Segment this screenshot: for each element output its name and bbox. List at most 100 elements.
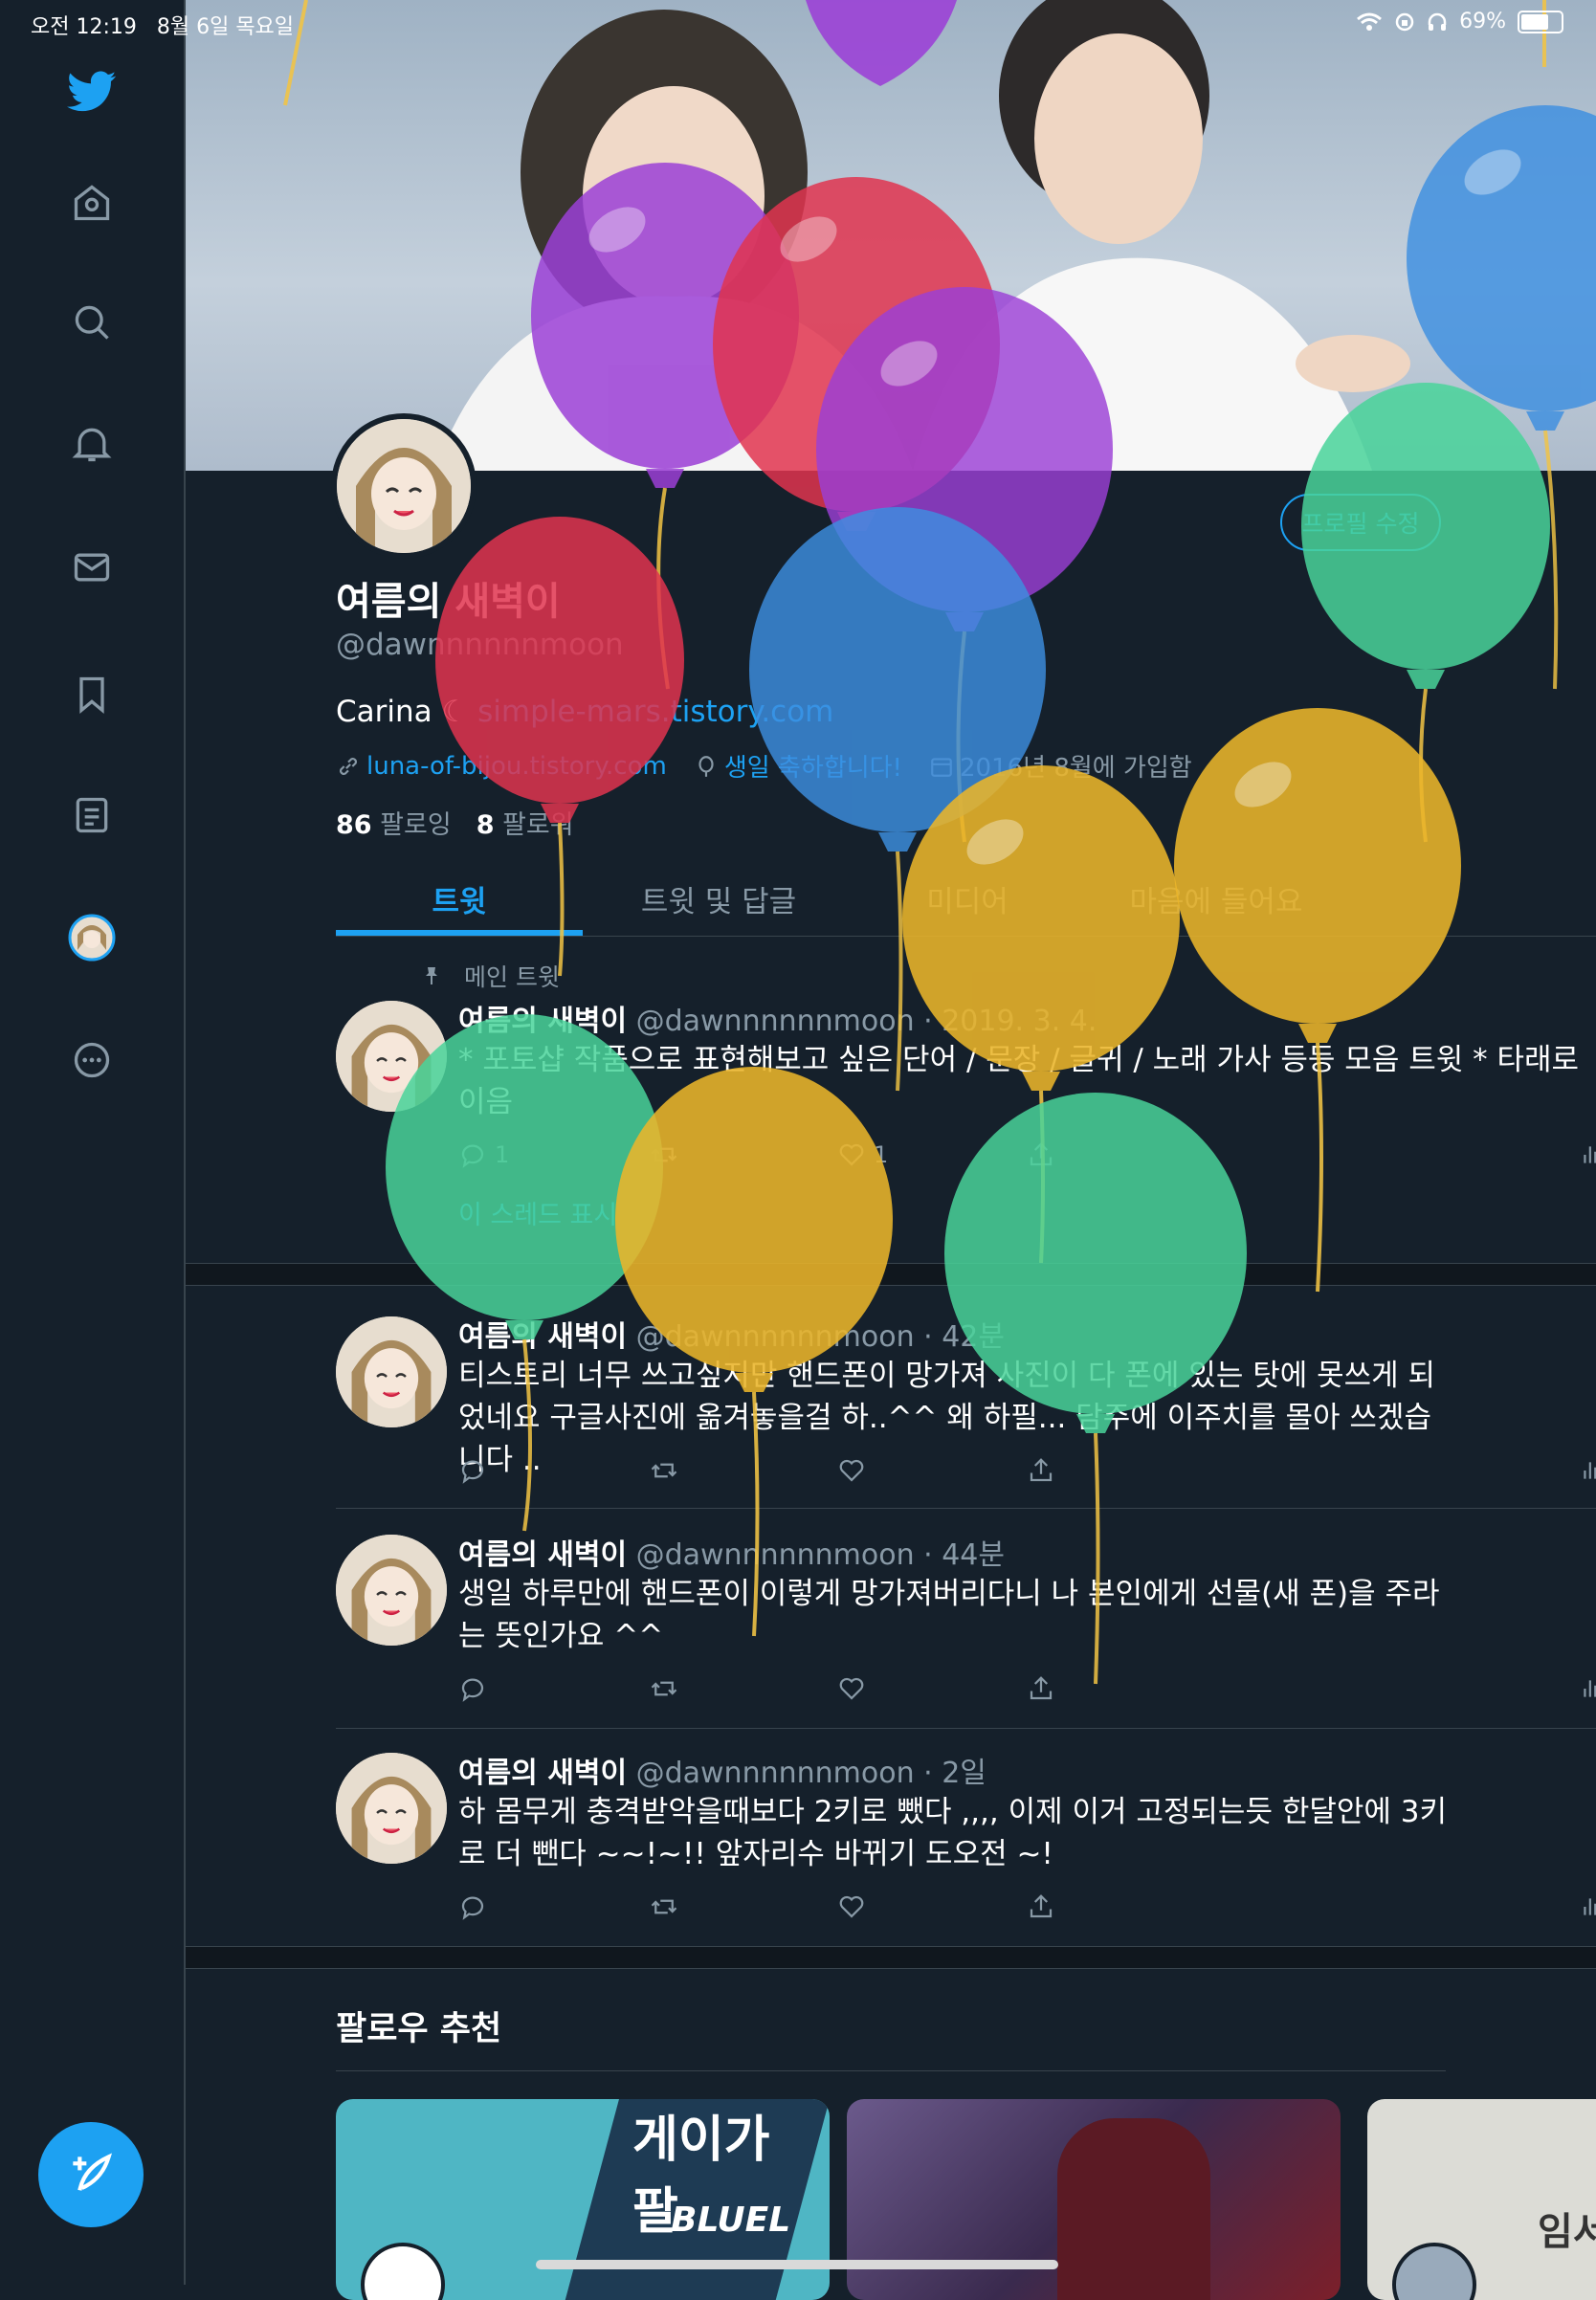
home-icon[interactable] <box>61 172 122 233</box>
heart-icon <box>839 1677 864 1700</box>
analytics-button[interactable] <box>1580 1456 1596 1485</box>
twitter-logo-icon[interactable] <box>61 61 122 122</box>
like-button[interactable]: 1 <box>837 1140 888 1169</box>
messages-mail-icon[interactable] <box>61 537 122 598</box>
tweet-divider <box>336 1728 1596 1729</box>
like-button[interactable] <box>837 1456 866 1485</box>
tab-tweets[interactable]: 트윗 <box>336 861 583 936</box>
retweet-button[interactable] <box>648 1456 680 1485</box>
like-button[interactable] <box>837 1674 866 1703</box>
website-item[interactable]: luna-of-bijou.tistory.com <box>336 752 667 781</box>
card-avatar[interactable] <box>1392 2243 1476 2300</box>
reply-button[interactable]: 1 <box>458 1140 509 1169</box>
profile-banner-image <box>186 0 1596 471</box>
reply-button[interactable] <box>458 1674 487 1703</box>
retweet-button[interactable] <box>648 1140 680 1169</box>
section-separator <box>186 1946 1596 1969</box>
show-thread-link[interactable]: 이 스레드 표시 <box>458 1194 617 1231</box>
more-options-icon[interactable] <box>61 1029 122 1091</box>
status-bar: 오전 12:19 8월 6일 목요일 69% <box>0 0 1596 44</box>
share-button[interactable] <box>1027 1892 1055 1921</box>
retweet-button[interactable] <box>648 1674 680 1703</box>
tweet-avatar[interactable] <box>336 1001 447 1112</box>
pinned-tweet[interactable]: 여름의 새벽이 @dawnnnnnnmoon · 2019. 3. 4. * 포… <box>336 997 1596 1207</box>
retweet-icon <box>651 1899 677 1914</box>
tab-likes[interactable]: 마음에 들어요 <box>1101 861 1331 936</box>
tweet-avatar[interactable] <box>336 1316 447 1427</box>
tab-media[interactable]: 미디어 <box>872 861 1063 936</box>
share-icon <box>1030 1676 1053 1700</box>
bookmarks-icon[interactable] <box>61 664 122 725</box>
sidebar <box>0 0 186 2285</box>
bio-link[interactable]: simple-mars.tistory.com <box>477 695 833 729</box>
followers-count: 8 <box>476 810 495 840</box>
tweet-actions: 1 1 <box>458 1140 1596 1179</box>
pinned-label: 메인 트윗 <box>420 959 560 993</box>
profile-avatar-icon[interactable] <box>61 907 122 968</box>
notifications-bell-icon[interactable] <box>61 413 122 475</box>
tweet-handle-time: @dawnnnnnnmoon · 2일 <box>635 1757 986 1790</box>
compose-feather-icon <box>73 2153 113 2191</box>
reply-button[interactable] <box>458 1892 487 1921</box>
heart-icon <box>839 1459 864 1482</box>
tweet-author: 여름의 새벽이 <box>458 1005 628 1038</box>
lists-icon[interactable] <box>61 785 122 846</box>
profile-handle: @dawnnnnnnmoon <box>336 628 624 662</box>
wifi-icon <box>1357 12 1383 31</box>
like-button[interactable] <box>837 1892 866 1921</box>
profile-bio: Carina ☾ simple-mars.tistory.com <box>336 695 833 729</box>
active-tab-indicator <box>336 930 583 936</box>
status-date: 8월 6일 목요일 <box>156 15 295 39</box>
tweet-text: 생일 하루만에 핸드폰이 이렇게 망가져버리다니 나 본인에게 선물(새 폰)을… <box>458 1577 1440 1653</box>
joined-item: 2016년 8월에 가입함 <box>929 748 1192 784</box>
analytics-button[interactable] <box>1580 1892 1596 1921</box>
edit-profile-button[interactable]: 프로필 수정 <box>1280 494 1441 551</box>
tweet-actions <box>458 1674 1596 1713</box>
compose-tweet-button[interactable] <box>38 2122 144 2227</box>
reply-icon <box>461 1460 484 1484</box>
battery-percent: 69% <box>1459 10 1506 33</box>
profile-meta: luna-of-bijou.tistory.com 생일 축하합니다! 2016… <box>336 748 1192 784</box>
tweet-divider <box>336 1508 1596 1509</box>
tab-tweets-and-replies[interactable]: 트윗 및 답글 <box>613 861 824 936</box>
status-time-date: 오전 12:19 8월 6일 목요일 <box>31 10 294 40</box>
tweet-item[interactable]: 여름의 새벽이 @dawnnnnnnmoon · 44분 생일 하루만에 핸드폰… <box>336 1531 1596 1722</box>
card-art-figure <box>1057 2118 1210 2300</box>
profile-avatar[interactable] <box>331 413 477 559</box>
tweet-handle-time: @dawnnnnnnmoon · 42분 <box>635 1320 1005 1354</box>
link-icon <box>340 757 357 775</box>
tweet-avatar[interactable] <box>336 1535 447 1646</box>
birthday-text: 생일 축하합니다! <box>723 754 902 783</box>
pin-icon <box>426 967 437 984</box>
calendar-icon <box>931 757 952 777</box>
share-button[interactable] <box>1027 1140 1055 1169</box>
tweet-author: 여름의 새벽이 <box>458 1757 628 1790</box>
share-button[interactable] <box>1027 1674 1055 1703</box>
tweet-item[interactable]: 여름의 새벽이 @dawnnnnnnmoon · 42분 티스토리 너무 쓰고싶… <box>336 1313 1596 1504</box>
suggestion-card[interactable] <box>847 2099 1341 2300</box>
website-link[interactable]: luna-of-bijou.tistory.com <box>366 752 667 781</box>
retweet-button[interactable] <box>648 1892 680 1921</box>
share-button[interactable] <box>1027 1456 1055 1485</box>
home-indicator[interactable] <box>536 2260 1058 2269</box>
like-count: 1 <box>874 1141 889 1168</box>
follow-suggestions-title: 팔로우 추천 <box>336 2010 502 2048</box>
bio-text: Carina ☾ <box>336 695 469 729</box>
tweet-text: 하 몸무게 충격받악을때보다 2키로 뺐다 ,,,, 이제 이거 고정되는듯 한… <box>458 1795 1447 1871</box>
explore-search-icon[interactable] <box>61 292 122 353</box>
card-avatar[interactable] <box>361 2243 445 2300</box>
following-count: 86 <box>336 810 372 840</box>
suggestion-card[interactable]: 게이가 팔 BLUEL <box>336 2099 830 2300</box>
analytics-button[interactable] <box>1580 1674 1596 1703</box>
reply-button[interactable] <box>458 1456 487 1485</box>
tweet-avatar[interactable] <box>336 1753 447 1864</box>
following-link[interactable]: 86 팔로잉 <box>336 804 452 841</box>
followers-link[interactable]: 8 팔로워 <box>477 804 574 841</box>
tweet-item[interactable]: 여름의 새벽이 @dawnnnnnnmoon · 2일 하 몸무게 충격받악을때… <box>336 1749 1596 1940</box>
suggestion-card[interactable]: 임서 <box>1367 2099 1596 2300</box>
retweet-icon <box>651 1147 677 1162</box>
analytics-icon <box>1584 1898 1596 1915</box>
analytics-button[interactable] <box>1580 1140 1596 1169</box>
analytics-icon <box>1584 1680 1596 1697</box>
tweet-actions <box>458 1892 1596 1931</box>
